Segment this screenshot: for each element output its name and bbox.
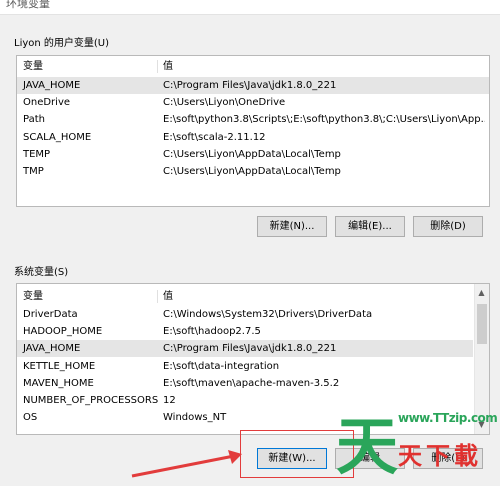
variable-value: C:\Program Files\Java\jdk1.8.0_221: [163, 80, 337, 91]
table-row[interactable]: MAVEN_HOME E:\soft\maven\apache-maven-3.5…: [17, 375, 473, 392]
scrollbar-thumb[interactable]: [477, 304, 487, 344]
system-vars-header-value[interactable]: 值: [163, 288, 173, 305]
column-divider[interactable]: [157, 290, 158, 303]
table-row[interactable]: JAVA_HOME C:\Program Files\Java\jdk1.8.0_…: [17, 77, 489, 94]
watermark-char-2: 天: [398, 442, 422, 470]
table-row[interactable]: Path E:\soft\python3.8\Scripts\;E:\soft\p…: [17, 111, 489, 128]
scroll-up-icon[interactable]: ▲: [475, 286, 488, 299]
table-row[interactable]: DriverData C:\Windows\System32\Drivers\Dr…: [17, 306, 473, 323]
variable-name: NUMBER_OF_PROCESSORS: [23, 395, 159, 406]
table-row[interactable]: TEMP C:\Users\Liyon\AppData\Local\Temp: [17, 146, 489, 163]
user-vars-header-name[interactable]: 变量: [23, 58, 43, 75]
variable-name: JAVA_HOME: [23, 80, 81, 91]
variable-name: JAVA_HOME: [23, 343, 81, 355]
system-vars-header: 变量 值: [17, 288, 473, 305]
variable-value: C:\Users\Liyon\AppData\Local\Temp: [163, 148, 341, 160]
variable-name: OneDrive: [23, 97, 71, 109]
window-title-bar: 环境变量: [0, 0, 500, 15]
system-vars-header-name[interactable]: 变量: [23, 288, 43, 305]
table-row[interactable]: KETTLE_HOME E:\soft\data-integration: [17, 358, 473, 375]
table-row[interactable]: JAVA_HOME C:\Program Files\Java\jdk1.8.0_…: [17, 340, 473, 358]
variable-name: KETTLE_HOME: [23, 360, 96, 372]
watermark-logo: 天 www.TTzip.com 天 下 載: [330, 400, 500, 483]
variable-value: C:\Program Files\Java\jdk1.8.0_221: [163, 343, 337, 355]
table-row[interactable]: OneDrive C:\Users\Liyon\OneDrive: [17, 94, 489, 111]
variable-name: DriverData: [23, 309, 78, 320]
variable-name: OS: [23, 412, 38, 424]
variable-value: E:\soft\maven\apache-maven-3.5.2: [163, 377, 340, 389]
watermark-char-1: 天: [336, 410, 399, 483]
variable-name: MAVEN_HOME: [23, 377, 94, 389]
variable-value: C:\Users\Liyon\OneDrive: [163, 97, 286, 109]
variable-value: E:\soft\python3.8\Scripts\;E:\soft\pytho…: [163, 114, 485, 126]
variable-name: HADOOP_HOME: [23, 326, 103, 338]
watermark-char-4: 載: [454, 442, 478, 470]
watermark-char-3: 下: [426, 442, 450, 470]
window-title: 环境变量: [6, 0, 50, 10]
watermark-url: www.TTzip.com: [398, 411, 498, 425]
table-row[interactable]: SCALA_HOME E:\soft\scala-2.11.12: [17, 129, 489, 146]
user-vars-header-value[interactable]: 值: [163, 58, 173, 75]
user-delete-button[interactable]: 删除(D): [413, 216, 483, 237]
user-vars-header: 变量 值: [17, 58, 489, 75]
variable-value: E:\soft\hadoop2.7.5: [163, 326, 261, 338]
user-new-button[interactable]: 新建(N)...: [257, 216, 327, 237]
user-vars-group-label: Liyon 的用户变量(U): [14, 38, 110, 49]
variable-value: C:\Users\Liyon\AppData\Local\Temp: [163, 166, 341, 177]
table-row[interactable]: TMP C:\Users\Liyon\AppData\Local\Temp: [17, 163, 489, 180]
variable-name: Path: [23, 114, 45, 126]
variable-name: SCALA_HOME: [23, 131, 92, 143]
red-arrow-icon: [131, 450, 242, 478]
system-vars-group-label: 系统变量(S): [14, 267, 69, 278]
table-row[interactable]: HADOOP_HOME E:\soft\hadoop2.7.5: [17, 323, 473, 340]
column-divider[interactable]: [157, 60, 158, 73]
user-vars-list[interactable]: 变量 值 JAVA_HOME C:\Program Files\Java\jdk1…: [16, 55, 490, 207]
variable-value: E:\soft\scala-2.11.12: [163, 131, 266, 143]
variable-name: TEMP: [23, 148, 51, 160]
user-edit-button[interactable]: 编辑(E)...: [335, 216, 405, 237]
variable-name: TMP: [23, 166, 44, 177]
variable-value: E:\soft\data-integration: [163, 360, 280, 372]
variable-value: C:\Windows\System32\Drivers\DriverData: [163, 309, 373, 320]
